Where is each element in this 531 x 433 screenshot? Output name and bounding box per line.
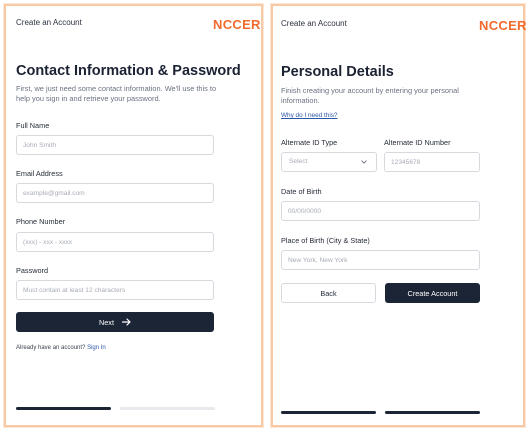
password-label: Password bbox=[16, 266, 49, 275]
alt-id-type-select[interactable]: Select bbox=[281, 152, 377, 172]
email-input[interactable] bbox=[16, 183, 214, 203]
create-account-label: Create Account bbox=[407, 288, 458, 298]
alt-id-type-label: Alternate ID Type bbox=[281, 138, 338, 147]
email-label: Email Address bbox=[16, 169, 63, 178]
next-button-label: Next bbox=[98, 317, 114, 327]
signin-link[interactable]: Sign In bbox=[87, 345, 106, 351]
progress-step-1 bbox=[16, 407, 111, 410]
dob-label: Date of Birth bbox=[281, 187, 322, 196]
back-button-label: Back bbox=[320, 288, 337, 298]
personal-details-screen: Create an Account NCCER Personal Details… bbox=[271, 4, 527, 427]
progress-step-1 bbox=[281, 411, 376, 414]
header-title: Create an Account bbox=[16, 18, 82, 27]
create-account-button[interactable]: Create Account bbox=[385, 283, 480, 303]
nccer-logo: NCCER bbox=[479, 18, 527, 33]
password-input[interactable] bbox=[16, 280, 214, 300]
alt-id-number-input[interactable] bbox=[384, 152, 480, 172]
back-button[interactable]: Back bbox=[281, 283, 376, 303]
header-title: Create an Account bbox=[281, 19, 347, 28]
signin-prompt: Already have an account? bbox=[16, 345, 86, 351]
alt-id-number-label: Alternate ID Number bbox=[384, 138, 451, 147]
contact-info-screen: Create an Account NCCER Contact Informat… bbox=[4, 4, 263, 427]
alt-id-type-value: Select bbox=[289, 158, 308, 165]
pob-input[interactable] bbox=[281, 250, 480, 270]
nccer-logo: NCCER bbox=[213, 17, 261, 32]
page-title: Contact Information & Password bbox=[16, 63, 241, 79]
full-name-label: Full Name bbox=[16, 121, 50, 130]
phone-input[interactable] bbox=[16, 232, 214, 252]
next-button[interactable]: Next bbox=[16, 312, 214, 332]
progress-step-2 bbox=[385, 411, 480, 414]
arrow-right-icon bbox=[122, 318, 131, 326]
page-title: Personal Details bbox=[281, 64, 394, 80]
pob-label: Place of Birth (City & State) bbox=[281, 236, 370, 245]
page-subtitle: Finish creating your account by entering… bbox=[281, 86, 459, 105]
dob-input[interactable] bbox=[281, 201, 480, 221]
signin-row: Already have an account? Sign In bbox=[16, 345, 106, 351]
chevron-down-icon bbox=[361, 160, 367, 164]
page-subtitle: First, we just need some contact informa… bbox=[16, 84, 217, 103]
full-name-input[interactable] bbox=[16, 135, 214, 155]
phone-label: Phone Number bbox=[16, 217, 66, 226]
why-need-link[interactable]: Why do I need this? bbox=[281, 112, 337, 119]
progress-step-2 bbox=[120, 407, 215, 410]
